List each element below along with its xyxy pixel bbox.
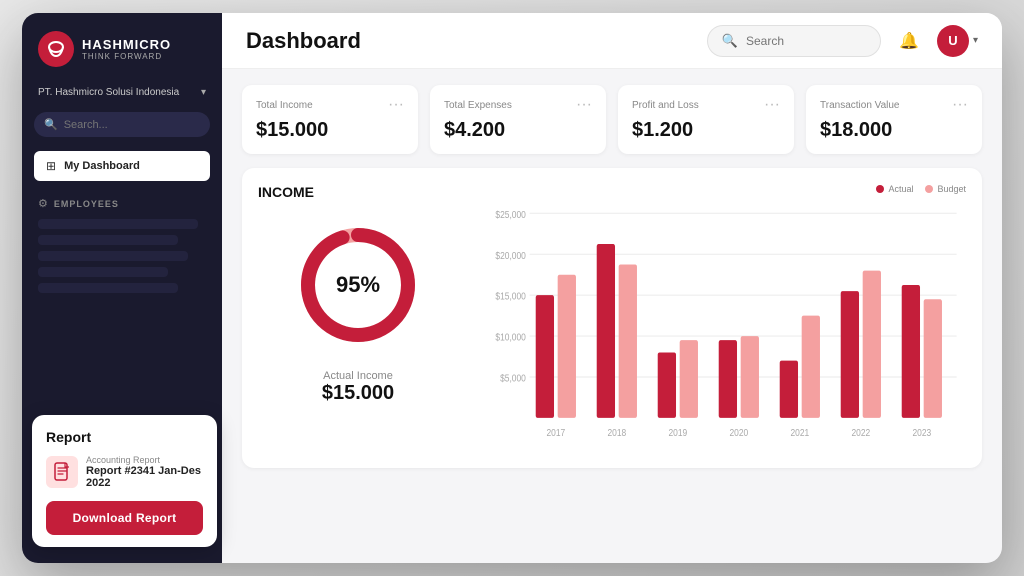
card-header-1: Total Expenses ··· — [444, 97, 592, 113]
card-header-3: Transaction Value ··· — [820, 97, 968, 113]
svg-text:2019: 2019 — [668, 427, 687, 438]
actual-income-label: Actual Income — [323, 370, 393, 382]
card-value-0: $15.000 — [256, 119, 404, 142]
metric-card-1: Total Expenses ··· $4.200 — [430, 85, 606, 154]
income-section: INCOME 95% A — [242, 168, 982, 468]
legend-budget: Budget — [925, 184, 966, 194]
legend-actual-dot — [876, 185, 884, 193]
notification-bell-icon[interactable]: 🔔 — [893, 25, 925, 57]
svg-text:2021: 2021 — [790, 427, 809, 438]
bar-chart-svg: $25,000 $20,000 $15,000 $10,000 $5,000 2017 20… — [478, 202, 966, 452]
legend-budget-dot — [925, 185, 933, 193]
my-dashboard-label: My Dashboard — [64, 160, 140, 172]
legend-budget-label: Budget — [937, 184, 966, 194]
topbar: Dashboard 🔍 🔔 U ▾ — [222, 13, 1002, 69]
donut-center: 95% — [336, 272, 380, 298]
report-card: Report Accounting Report Report #2341 Ja… — [32, 415, 217, 547]
avatar[interactable]: U — [937, 25, 969, 57]
employees-label: EMPLOYEES — [54, 199, 119, 209]
file-info: Accounting Report Report #2341 Jan-Des 2… — [86, 455, 203, 489]
card-dots-2[interactable]: ··· — [764, 97, 780, 113]
company-selector[interactable]: PT. Hashmicro Solusi Indonesia ▾ — [22, 81, 222, 104]
report-file: Accounting Report Report #2341 Jan-Des 2… — [46, 455, 203, 489]
svg-text:$15,000: $15,000 — [495, 291, 525, 302]
metric-cards: Total Income ··· $15.000 Total Expenses … — [242, 85, 982, 154]
income-left: INCOME 95% A — [258, 184, 458, 452]
main-content: Dashboard 🔍 🔔 U ▾ Total Income ··· — [222, 13, 1002, 563]
file-type: Accounting Report — [86, 455, 203, 465]
card-value-2: $1.200 — [632, 119, 780, 142]
brand-tagline: THINK FORWARD — [82, 52, 171, 61]
svg-text:2017: 2017 — [546, 427, 565, 438]
nav-item-2[interactable] — [38, 235, 178, 245]
nav-item-4[interactable] — [38, 267, 168, 277]
my-dashboard-item[interactable]: ⊞ My Dashboard — [34, 151, 210, 181]
file-name: Report #2341 Jan-Des 2022 — [86, 465, 203, 489]
logo-text: HASHMICRO THINK FORWARD — [82, 37, 171, 61]
card-header-0: Total Income ··· — [256, 97, 404, 113]
svg-text:2023: 2023 — [912, 427, 931, 438]
card-label-3: Transaction Value — [820, 100, 900, 111]
topbar-search-icon: 🔍 — [722, 33, 738, 49]
brand-name: HASHMICRO — [82, 37, 171, 52]
card-label-0: Total Income — [256, 100, 313, 111]
metric-card-0: Total Income ··· $15.000 — [242, 85, 418, 154]
card-header-2: Profit and Loss ··· — [632, 97, 780, 113]
sidebar: HASHMICRO THINK FORWARD PT. Hashmicro So… — [22, 13, 222, 563]
svg-text:$20,000: $20,000 — [495, 250, 525, 261]
nav-item-5[interactable] — [38, 283, 178, 293]
legend-actual: Actual — [876, 184, 913, 194]
card-dots-0[interactable]: ··· — [388, 97, 404, 113]
topbar-right: 🔍 🔔 U ▾ — [707, 25, 978, 57]
screen-wrapper: HASHMICRO THINK FORWARD PT. Hashmicro So… — [22, 13, 1002, 563]
metric-card-3: Transaction Value ··· $18.000 — [806, 85, 982, 154]
card-label-2: Profit and Loss — [632, 100, 699, 111]
search-icon: 🔍 — [44, 118, 58, 131]
svg-text:2022: 2022 — [851, 427, 870, 438]
chevron-down-icon: ▾ — [201, 87, 206, 98]
income-title: INCOME — [258, 184, 314, 200]
report-card-title: Report — [46, 429, 203, 445]
card-dots-1[interactable]: ··· — [576, 97, 592, 113]
card-value-3: $18.000 — [820, 119, 968, 142]
topbar-search-input[interactable] — [746, 34, 866, 48]
sidebar-logo: HASHMICRO THINK FORWARD — [22, 13, 222, 81]
income-right: Actual Budget $25,000 $20,000 $15,000 $10,0… — [478, 184, 966, 452]
employees-icon: ⚙ — [38, 197, 48, 210]
chart-legend: Actual Budget — [478, 184, 966, 194]
nav-item-3[interactable] — [38, 251, 188, 261]
file-icon — [46, 456, 78, 488]
download-report-button[interactable]: Download Report — [46, 501, 203, 535]
logo-icon — [38, 31, 74, 67]
svg-text:2020: 2020 — [729, 427, 748, 438]
card-label-1: Total Expenses — [444, 100, 512, 111]
donut-percent: 95% — [336, 272, 380, 298]
sidebar-search-input[interactable] — [64, 119, 200, 131]
topbar-search-box[interactable]: 🔍 — [707, 25, 881, 57]
legend-actual-label: Actual — [888, 184, 913, 194]
user-avatar-wrapper[interactable]: U ▾ — [937, 25, 978, 57]
employees-section: ⚙ EMPLOYEES — [22, 187, 222, 216]
company-name: PT. Hashmicro Solusi Indonesia — [38, 87, 179, 98]
svg-text:2018: 2018 — [607, 427, 626, 438]
card-value-1: $4.200 — [444, 119, 592, 142]
donut-chart: 95% — [293, 220, 423, 350]
svg-text:$10,000: $10,000 — [495, 332, 525, 343]
avatar-chevron-icon: ▾ — [973, 35, 978, 46]
dashboard-icon: ⊞ — [46, 159, 56, 173]
card-dots-3[interactable]: ··· — [952, 97, 968, 113]
dashboard-body: Total Income ··· $15.000 Total Expenses … — [222, 69, 1002, 563]
sidebar-search[interactable]: 🔍 — [34, 112, 210, 137]
svg-text:$25,000: $25,000 — [495, 209, 525, 220]
nav-item-1[interactable] — [38, 219, 198, 229]
page-title: Dashboard — [246, 28, 361, 54]
actual-income-value: $15.000 — [322, 382, 394, 405]
svg-text:$5,000: $5,000 — [500, 373, 526, 384]
bar-chart-area: $25,000 $20,000 $15,000 $10,000 $5,000 2017 20… — [478, 202, 966, 452]
metric-card-2: Profit and Loss ··· $1.200 — [618, 85, 794, 154]
